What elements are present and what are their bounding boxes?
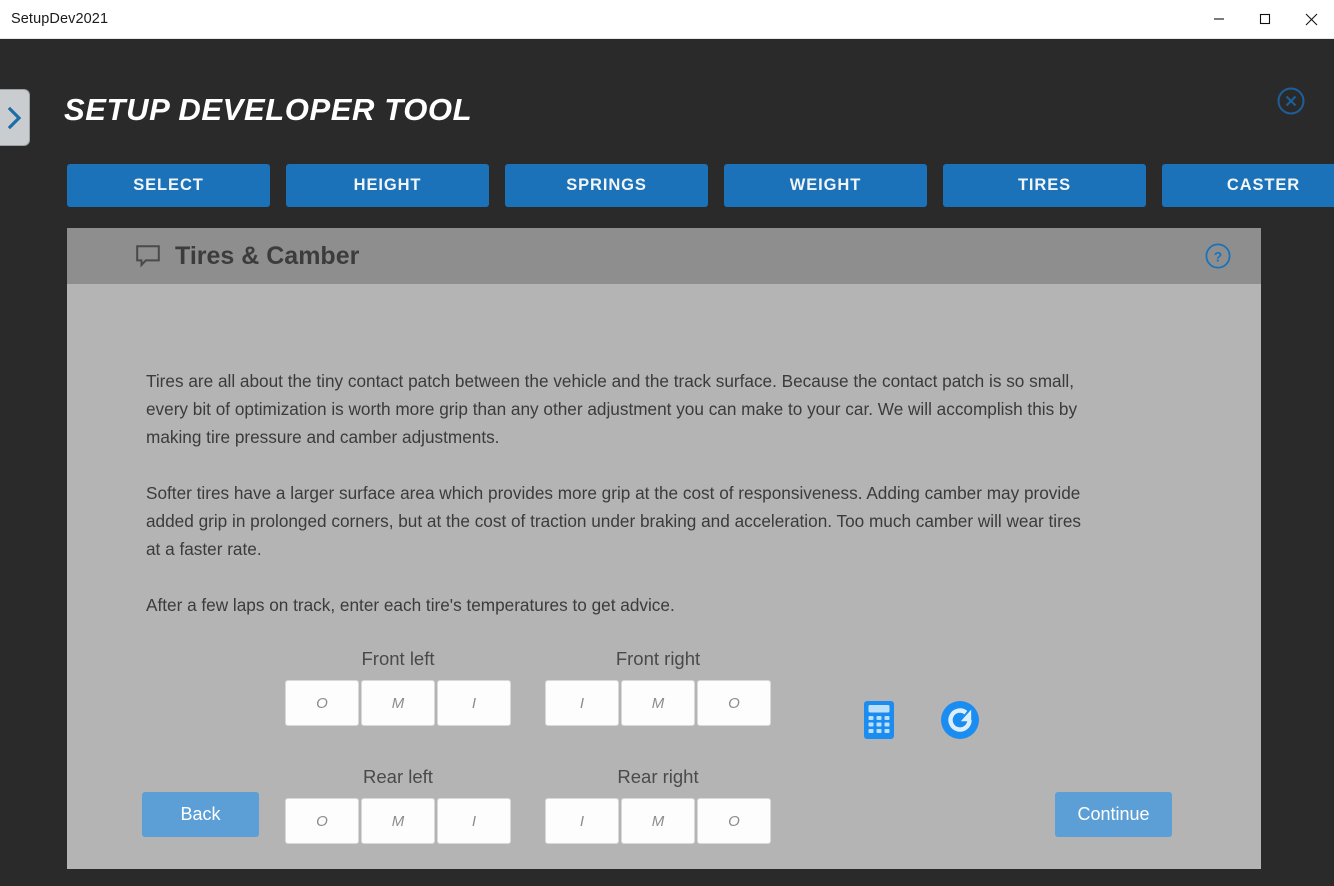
intro-paragraph-2: Softer tires have a larger surface area … bbox=[146, 483, 1082, 560]
rear-left-inner-input[interactable] bbox=[437, 798, 511, 844]
rear-left-inputs bbox=[285, 798, 511, 844]
sidebar-toggle-button[interactable] bbox=[0, 89, 30, 146]
rear-left-middle-input[interactable] bbox=[361, 798, 435, 844]
tire-tool-icons bbox=[863, 700, 980, 745]
tab-tires[interactable]: TIRES bbox=[943, 164, 1146, 207]
app-close-button[interactable] bbox=[1277, 87, 1305, 115]
front-right-middle-input[interactable] bbox=[621, 680, 695, 726]
window-title: SetupDev2021 bbox=[11, 11, 109, 27]
tire-row-front: Front left Front right bbox=[67, 648, 1261, 766]
card-header: Tires & Camber ? bbox=[67, 228, 1261, 284]
back-button[interactable]: Back bbox=[142, 792, 259, 837]
front-left-inner-input[interactable] bbox=[437, 680, 511, 726]
window-titlebar: SetupDev2021 bbox=[0, 0, 1334, 39]
corner-label-rear-left: Rear left bbox=[363, 766, 433, 787]
minimize-icon[interactable] bbox=[1196, 0, 1242, 39]
speech-bubble-icon bbox=[135, 244, 161, 268]
reset-refresh-icon[interactable] bbox=[940, 700, 980, 745]
front-left-inputs bbox=[285, 680, 511, 726]
tab-height[interactable]: HEIGHT bbox=[286, 164, 489, 207]
rear-right-middle-input[interactable] bbox=[621, 798, 695, 844]
corner-front-left: Front left bbox=[285, 648, 511, 726]
front-right-outer-input[interactable] bbox=[697, 680, 771, 726]
rear-right-inputs bbox=[545, 798, 771, 844]
svg-text:?: ? bbox=[1214, 248, 1223, 264]
close-icon[interactable] bbox=[1288, 0, 1334, 39]
front-left-middle-input[interactable] bbox=[361, 680, 435, 726]
rear-left-outer-input[interactable] bbox=[285, 798, 359, 844]
rear-right-outer-input[interactable] bbox=[697, 798, 771, 844]
question-circle-icon: ? bbox=[1205, 243, 1231, 269]
front-right-inputs bbox=[545, 680, 771, 726]
main-nav-tabs: SELECT HEIGHT SPRINGS WEIGHT TIRES CASTE… bbox=[67, 164, 1334, 207]
corner-front-right: Front right bbox=[545, 648, 771, 726]
help-button[interactable]: ? bbox=[1205, 243, 1231, 269]
maximize-icon[interactable] bbox=[1242, 0, 1288, 39]
app-window: SETUP DEVELOPER TOOL SELECT HEIGHT SPRIN… bbox=[0, 39, 1334, 886]
tab-caster[interactable]: CASTER bbox=[1162, 164, 1334, 207]
page-title: Tires & Camber bbox=[175, 241, 360, 270]
window-controls bbox=[1196, 0, 1334, 39]
front-right-inner-input[interactable] bbox=[545, 680, 619, 726]
tab-springs[interactable]: SPRINGS bbox=[505, 164, 708, 207]
card-body: Tires are all about the tiny contact pat… bbox=[67, 284, 1261, 869]
intro-paragraph-3: After a few laps on track, enter each ti… bbox=[146, 595, 675, 615]
corner-rear-left: Rear left bbox=[285, 766, 511, 844]
front-left-outer-input[interactable] bbox=[285, 680, 359, 726]
intro-paragraph-1: Tires are all about the tiny contact pat… bbox=[146, 371, 1078, 448]
corner-rear-right: Rear right bbox=[545, 766, 771, 844]
corner-label-front-right: Front right bbox=[615, 648, 701, 669]
tire-temperature-grid: Front left Front right bbox=[67, 648, 1261, 884]
tab-select[interactable]: SELECT bbox=[67, 164, 270, 207]
tab-weight[interactable]: WEIGHT bbox=[724, 164, 927, 207]
close-circle-icon bbox=[1277, 87, 1305, 115]
rear-right-inner-input[interactable] bbox=[545, 798, 619, 844]
continue-button[interactable]: Continue bbox=[1055, 792, 1172, 837]
corner-label-rear-right: Rear right bbox=[617, 766, 699, 787]
corner-label-front-left: Front left bbox=[361, 648, 435, 669]
calculator-icon[interactable] bbox=[863, 700, 895, 745]
app-title: SETUP DEVELOPER TOOL bbox=[64, 92, 473, 127]
content-card: Tires & Camber ? Tires are all about the… bbox=[67, 228, 1261, 869]
chevron-right-icon bbox=[7, 106, 21, 129]
